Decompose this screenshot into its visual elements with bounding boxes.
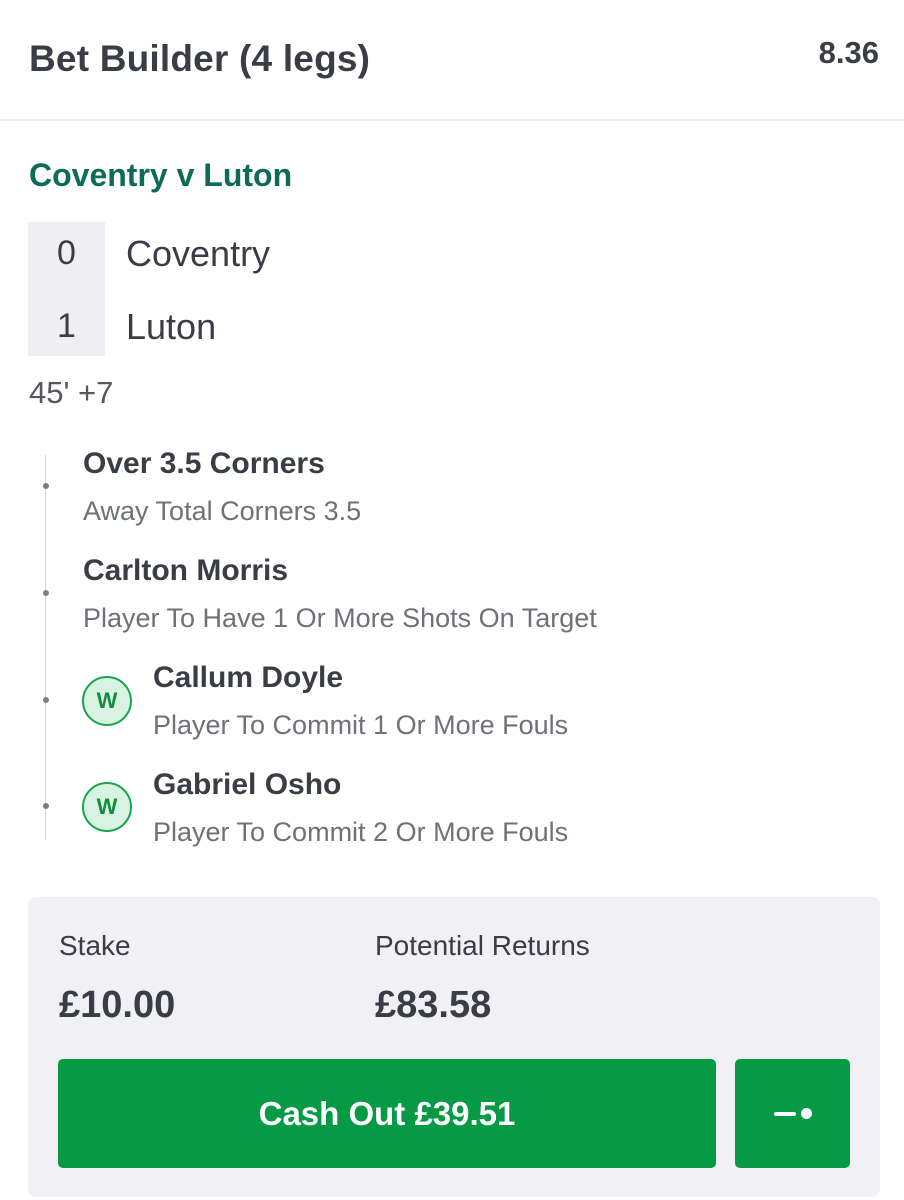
match-title[interactable]: Coventry v Luton: [29, 157, 292, 194]
legs-timeline: [45, 455, 46, 840]
potential-returns-value: £83.58: [375, 984, 492, 1026]
bet-summary-panel: Stake £10.00 Potential Returns £83.58 Ca…: [28, 897, 880, 1197]
home-score: 0: [57, 234, 76, 272]
scoreboard: 0 1: [28, 222, 105, 356]
win-badge-icon: W: [82, 782, 132, 832]
partial-cash-out-button[interactable]: [735, 1059, 850, 1168]
leg-subtitle: Player To Commit 1 Or More Fouls: [153, 710, 569, 740]
leg-subtitle: Player To Have 1 Or More Shots On Target: [83, 603, 597, 633]
partial-cashout-slider-icon: [774, 1112, 796, 1116]
bet-card: Bet Builder (4 legs) 8.36 Coventry v Lut…: [0, 0, 904, 1200]
match-clock: 45' +7: [29, 375, 114, 410]
bet-title: Bet Builder (4 legs): [29, 38, 371, 79]
leg-title: Over 3.5 Corners: [83, 447, 325, 480]
win-badge-icon: W: [82, 676, 132, 726]
away-team-name: Luton: [126, 306, 217, 347]
leg-subtitle: Away Total Corners 3.5: [83, 496, 362, 526]
leg-title: Gabriel Osho: [153, 768, 342, 801]
leg-dot: [43, 803, 49, 809]
leg-title: Callum Doyle: [153, 661, 344, 694]
stake-label: Stake: [59, 930, 131, 961]
leg-title: Carlton Morris: [83, 554, 289, 587]
leg-dot: [43, 590, 49, 596]
slider-knob-icon: [801, 1108, 812, 1119]
cash-out-button[interactable]: Cash Out £39.51: [58, 1059, 716, 1168]
away-score: 1: [57, 307, 76, 345]
leg-subtitle: Player To Commit 2 Or More Fouls: [153, 817, 569, 847]
bet-header: Bet Builder (4 legs) 8.36: [0, 0, 904, 121]
leg-dot: [43, 697, 49, 703]
bet-odds: 8.36: [818, 35, 879, 70]
home-team-name: Coventry: [126, 233, 271, 274]
leg-dot: [43, 483, 49, 489]
stake-value: £10.00: [59, 984, 176, 1026]
potential-returns-label: Potential Returns: [375, 930, 590, 961]
